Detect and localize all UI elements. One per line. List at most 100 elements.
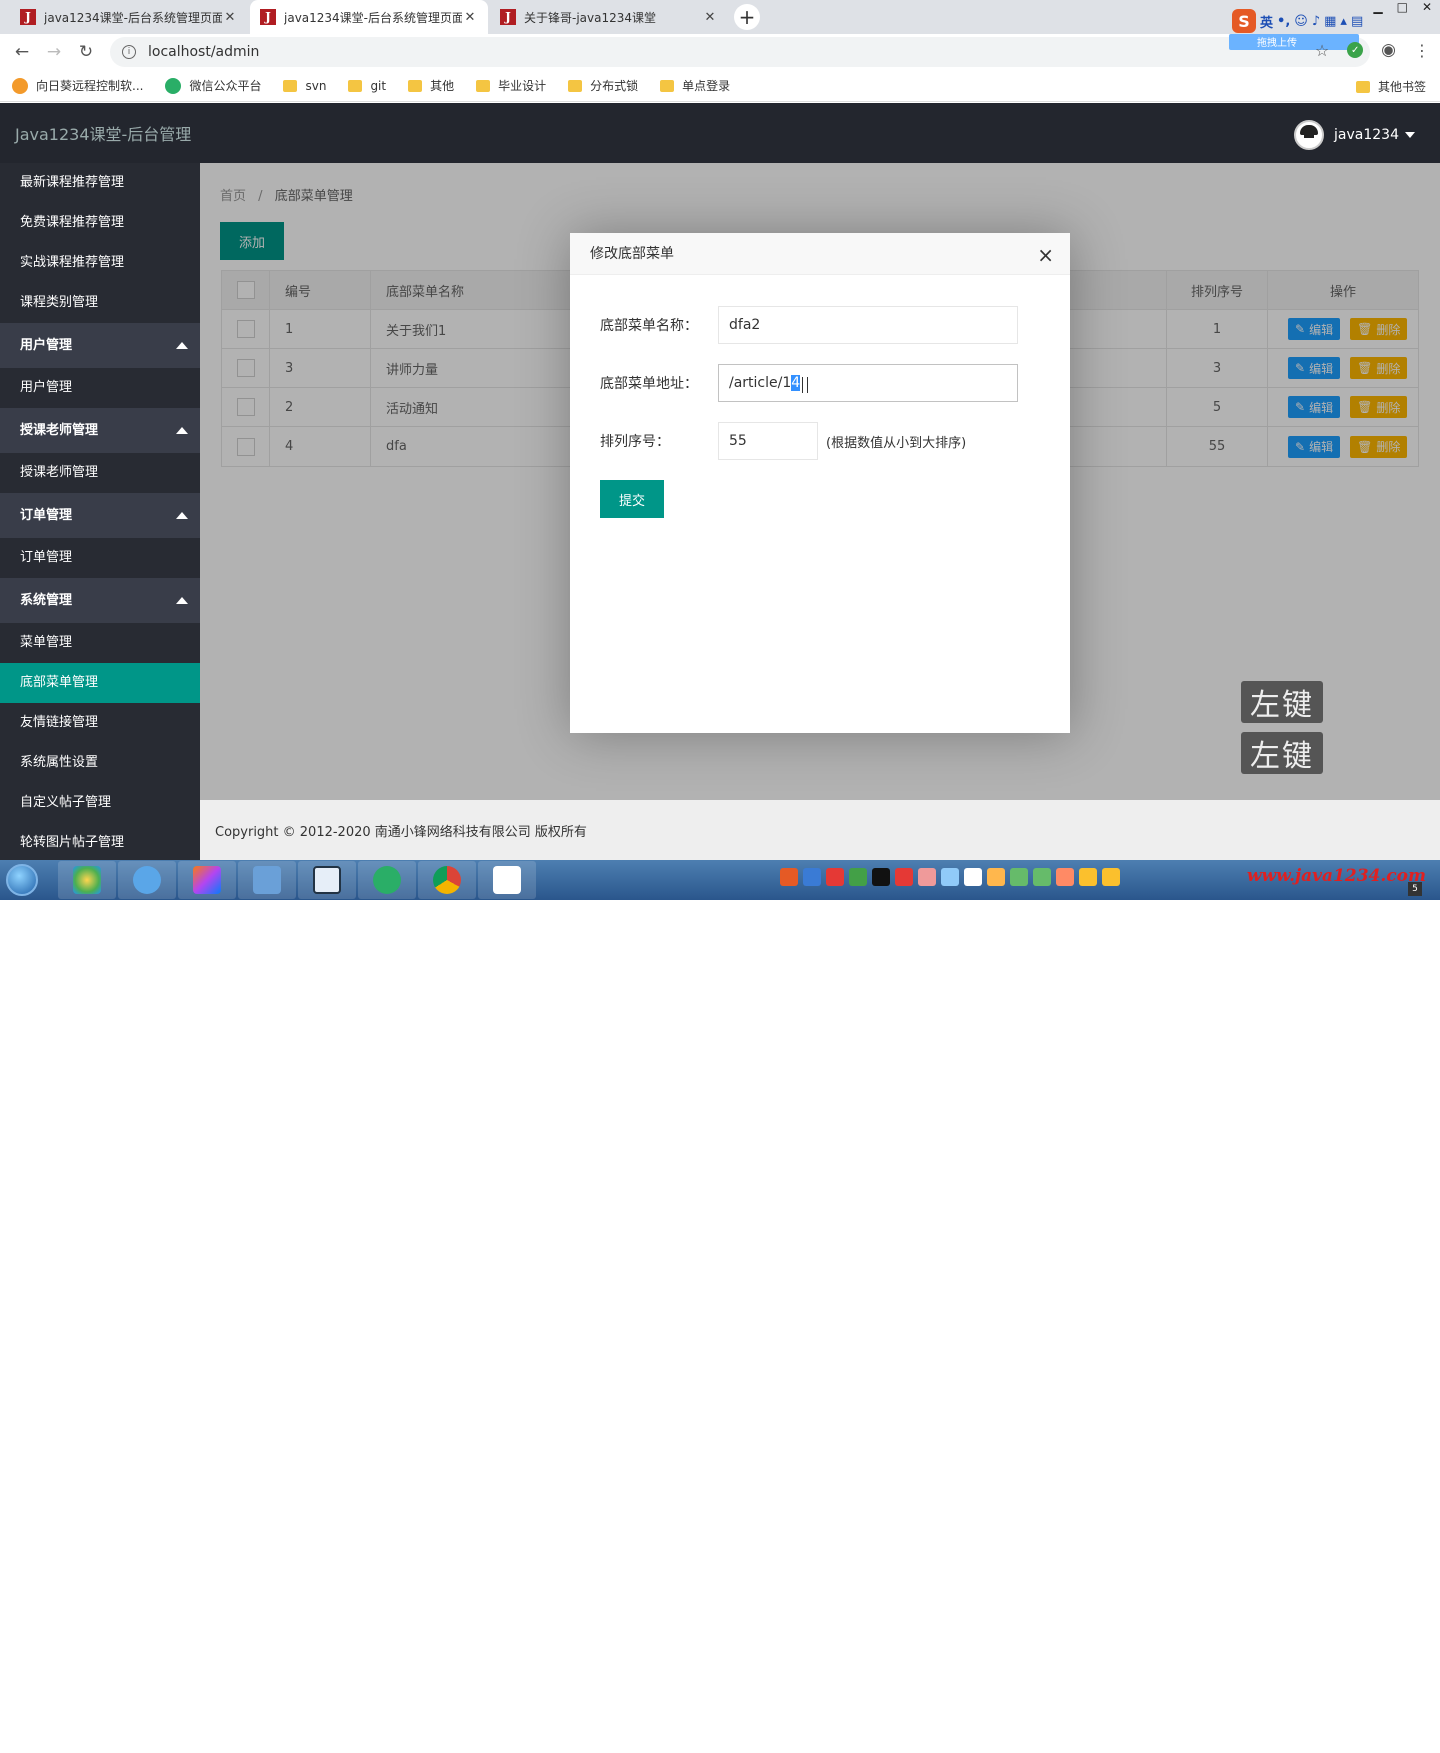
taskbar-app[interactable] xyxy=(478,861,536,899)
tray-icon[interactable] xyxy=(941,868,959,886)
start-button[interactable] xyxy=(0,860,44,900)
sidebar-item-practical-course[interactable]: 实战课程推荐管理 xyxy=(0,243,200,283)
toolbar-right: ☆ ✓ ◉ ⋮ xyxy=(1315,40,1430,60)
new-tab-button[interactable]: + xyxy=(734,4,760,30)
sidebar-item-links[interactable]: 友情链接管理 xyxy=(0,703,200,743)
back-icon[interactable]: ← xyxy=(6,42,38,62)
sidebar-item-orders[interactable]: 订单管理 xyxy=(0,538,200,578)
username: java1234 xyxy=(1334,127,1399,143)
submit-button[interactable]: 提交 xyxy=(600,480,664,518)
bookmark-graduation[interactable]: 毕业设计 xyxy=(476,77,546,94)
microphone-icon: ♪ xyxy=(1311,13,1321,29)
sidebar-group-system[interactable]: 系统管理 xyxy=(0,578,200,623)
tray-icon[interactable] xyxy=(918,868,936,886)
bookmark-distributed-lock[interactable]: 分布式锁 xyxy=(568,77,638,94)
sunlogin-icon xyxy=(12,77,28,94)
sidebar-group-orders[interactable]: 订单管理 xyxy=(0,493,200,538)
sort-label: 排列序号： xyxy=(600,434,670,450)
sidebar-group-teachers[interactable]: 授课老师管理 xyxy=(0,408,200,453)
taskbar-wechat[interactable] xyxy=(358,861,416,899)
tab-title: java1234课堂-后台系统管理页面 xyxy=(44,10,222,25)
java1234-favicon-icon: J xyxy=(260,9,276,25)
tray-icon[interactable] xyxy=(1010,868,1028,886)
edit-bottom-menu-dialog: 修改底部菜单 × 底部菜单名称： dfa2 底部菜单地址： /article/1… xyxy=(570,233,1070,733)
bookmark-other[interactable]: 其他 xyxy=(408,77,454,94)
address-bar[interactable]: i localhost/admin xyxy=(110,37,1370,67)
sidebar-item-latest-course[interactable]: 最新课程推荐管理 xyxy=(0,163,200,203)
minimize-icon[interactable]: ▁ xyxy=(1373,0,1382,14)
taskbar-app[interactable] xyxy=(118,861,176,899)
url-text: localhost/admin xyxy=(148,44,260,60)
page-footer: Copyright © 2012-2020 南通小锋网络科技有限公司 版权所有 xyxy=(200,800,1440,860)
tab-title: 关于锋哥-java1234课堂 xyxy=(524,10,657,25)
wechat-icon xyxy=(373,866,401,894)
sidebar-item-carousel-posts[interactable]: 轮转图片帖子管理 xyxy=(0,823,200,860)
tray-icon[interactable] xyxy=(803,868,821,886)
browser-tabstrip: J java1234课堂-后台系统管理页面 ✕ J java1234课堂-后台系… xyxy=(0,0,1440,34)
sidebar-item-bottom-menus[interactable]: 底部菜单管理 xyxy=(0,663,200,703)
tray-icon[interactable] xyxy=(964,868,982,886)
sidebar-item-label: 自定义帖子管理 xyxy=(20,795,112,810)
close-tab-icon[interactable]: ✕ xyxy=(222,10,238,25)
tray-icon[interactable] xyxy=(780,868,798,886)
taskbar-chrome[interactable] xyxy=(418,861,476,899)
close-tab-icon[interactable]: ✕ xyxy=(462,10,478,25)
sidebar-item-menus[interactable]: 菜单管理 xyxy=(0,623,200,663)
folder-icon xyxy=(283,79,298,92)
tray-icon[interactable] xyxy=(1056,868,1074,886)
taskbar-app[interactable] xyxy=(238,861,296,899)
close-window-icon[interactable]: ✕ xyxy=(1422,0,1432,14)
sidebar: 最新课程推荐管理 免费课程推荐管理 实战课程推荐管理 课程类别管理 用户管理 用… xyxy=(0,163,200,860)
tray-icon[interactable] xyxy=(872,868,890,886)
url-label: 底部菜单地址： xyxy=(600,376,698,392)
bookmark-label: 微信公众平台 xyxy=(189,79,262,93)
taskbar-intellij[interactable] xyxy=(178,861,236,899)
sidebar-item-properties[interactable]: 系统属性设置 xyxy=(0,743,200,783)
sort-hint: (根据数值从小到大排序) xyxy=(826,435,967,451)
skin-icon: ▴ xyxy=(1340,13,1347,29)
bookmark-git[interactable]: git xyxy=(348,79,386,93)
menu-dots-icon[interactable]: ⋮ xyxy=(1414,41,1430,60)
ime-toolbar[interactable]: S 英 •, ☺ ♪ ▦ ▴ ▤ xyxy=(1232,9,1363,33)
clock-date[interactable]: 2020/10/12 xyxy=(1295,1740,1358,1753)
user-menu[interactable]: java1234 xyxy=(1294,120,1415,150)
sidebar-item-free-course[interactable]: 免费课程推荐管理 xyxy=(0,203,200,243)
reload-icon[interactable]: ↻ xyxy=(70,42,102,62)
tray-icon[interactable] xyxy=(1079,868,1097,886)
sidebar-item-custom-posts[interactable]: 自定义帖子管理 xyxy=(0,783,200,823)
forward-icon[interactable]: → xyxy=(38,42,70,62)
taskbar-app[interactable] xyxy=(58,861,116,899)
tray-icon[interactable] xyxy=(1033,868,1051,886)
sidebar-item-label: 系统属性设置 xyxy=(20,755,99,770)
tray-icon[interactable] xyxy=(826,868,844,886)
browser-tab-2[interactable]: J java1234课堂-后台系统管理页面 ✕ xyxy=(250,0,488,34)
sidebar-item-users[interactable]: 用户管理 xyxy=(0,368,200,408)
tray-icon[interactable] xyxy=(849,868,867,886)
watermark: www.java1234.com xyxy=(1246,866,1426,886)
maximize-icon[interactable]: □ xyxy=(1397,0,1408,14)
sidebar-item-course-category[interactable]: 课程类别管理 xyxy=(0,283,200,323)
menu-name-input[interactable]: dfa2 xyxy=(718,306,1018,344)
menu-url-input[interactable]: /article/1 4 xyxy=(718,364,1018,402)
other-bookmarks[interactable]: 其他书签 xyxy=(1355,78,1426,95)
bookmark-sso[interactable]: 单点登录 xyxy=(660,77,730,94)
close-tab-icon[interactable]: ✕ xyxy=(702,10,718,25)
tray-icon[interactable] xyxy=(895,868,913,886)
bookmark-wechat[interactable]: 微信公众平台 xyxy=(165,77,261,94)
sidebar-item-teachers[interactable]: 授课老师管理 xyxy=(0,453,200,493)
sidebar-group-label: 订单管理 xyxy=(20,508,73,523)
close-icon[interactable]: × xyxy=(1037,243,1054,267)
tray-icon[interactable] xyxy=(1102,868,1120,886)
bookmark-star-icon[interactable]: ☆ xyxy=(1315,41,1329,60)
extension-icon[interactable]: ✓ xyxy=(1347,42,1364,58)
browser-tab-3[interactable]: J 关于锋哥-java1234课堂 ✕ xyxy=(490,0,728,34)
site-info-icon[interactable]: i xyxy=(122,45,136,59)
bookmark-svn[interactable]: svn xyxy=(283,79,326,93)
browser-tab-1[interactable]: J java1234课堂-后台系统管理页面 ✕ xyxy=(10,0,248,34)
tray-icon[interactable] xyxy=(987,868,1005,886)
bookmark-sunlogin[interactable]: 向日葵远程控制软... xyxy=(12,77,143,94)
sidebar-group-users[interactable]: 用户管理 xyxy=(0,323,200,368)
taskbar-app[interactable] xyxy=(298,861,356,899)
sort-input[interactable]: 55 xyxy=(718,422,818,460)
profile-icon[interactable]: ◉ xyxy=(1381,40,1396,60)
